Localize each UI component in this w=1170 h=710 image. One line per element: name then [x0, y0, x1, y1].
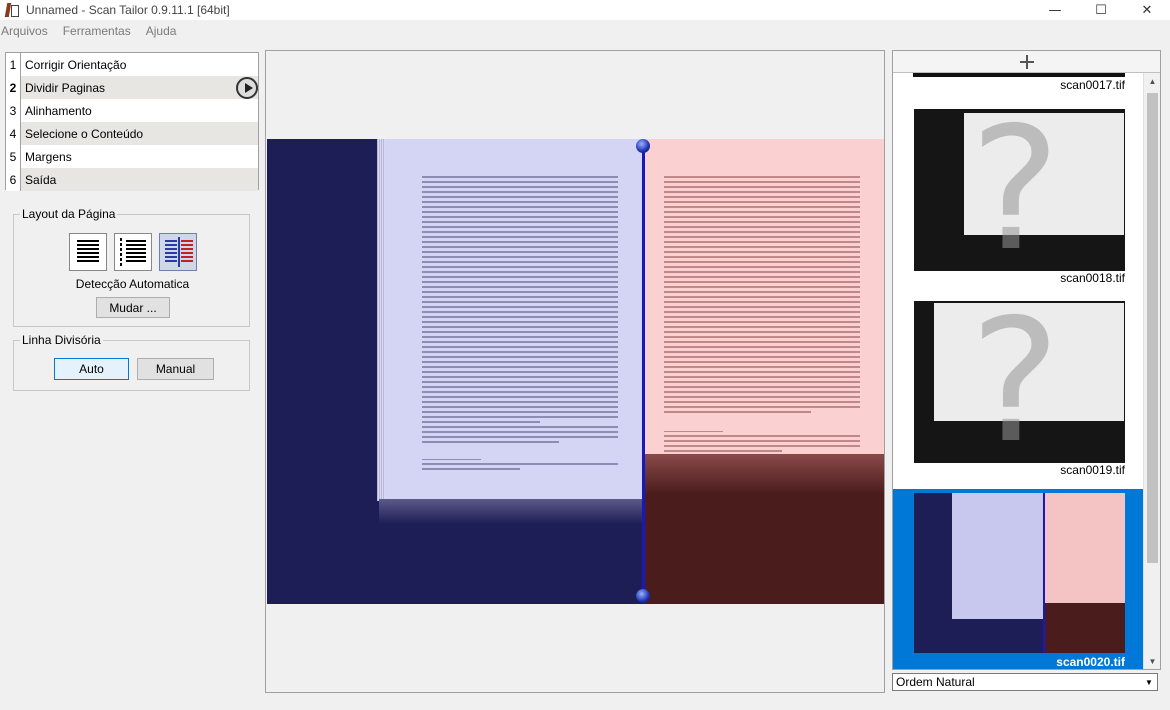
scroll-down-icon[interactable]: ▼ [1144, 653, 1160, 669]
stage-number: 4 [6, 122, 21, 145]
two-pages-icon[interactable] [159, 233, 197, 271]
split-line-group: Linha Divisória Auto Manual [13, 333, 250, 391]
menu-arquivos[interactable]: Arquivos [1, 24, 48, 38]
stage-dividir-paginas[interactable]: 2 Dividir Paginas [6, 76, 258, 99]
stage-saida[interactable]: 6 Saída [6, 168, 258, 191]
thumbnail-item[interactable]: scan0017.tif [893, 77, 1145, 92]
stage-label: Saída [21, 168, 258, 191]
stage-alinhamento[interactable]: 3 Alinhamento [6, 99, 258, 122]
split-line-top-handle[interactable] [636, 139, 650, 153]
menu-ajuda[interactable]: Ajuda [146, 24, 177, 38]
thumbnail-image: ? [914, 109, 1125, 271]
placeholder-question-icon: ? [970, 109, 1061, 271]
stage-label: Margens [25, 149, 72, 164]
page-layout-group: Layout da Página Detecção Automatica Mud… [13, 207, 250, 327]
single-page-cut-icon[interactable] [114, 233, 152, 271]
stage-label: Dividir Paginas [21, 76, 258, 99]
thumbnail-name: scan0020.tif [1056, 655, 1125, 669]
stage-number: 3 [6, 99, 21, 122]
move-icon[interactable] [1019, 54, 1034, 69]
title-bar: Unnamed - Scan Tailor 0.9.11.1 [64bit] —… [0, 0, 1170, 20]
scroll-up-icon[interactable]: ▲ [1144, 73, 1160, 90]
image-view[interactable] [265, 50, 885, 693]
stage-label: Alinhamento [25, 103, 92, 118]
placeholder-question-icon: ? [970, 301, 1061, 463]
sort-order-select[interactable]: Ordem Natural ▼ [892, 673, 1158, 691]
window-controls: — ☐ ✕ [1032, 0, 1170, 20]
left-page-shadow [379, 499, 643, 524]
sort-order-value: Ordem Natural [896, 675, 975, 689]
thumbnail-name: scan0019.tif [1060, 463, 1125, 477]
right-page-text-block [664, 176, 860, 416]
split-line-title: Linha Divisória [20, 333, 103, 347]
change-layout-button[interactable]: Mudar ... [96, 297, 170, 318]
layout-options [69, 233, 197, 271]
stage-selecione-o-conteudo[interactable]: 4 Selecione o Conteúdo [6, 122, 258, 145]
thumbnail-panel[interactable]: scan0017.tif ? scan0018.tif ? scan0019.t… [892, 50, 1161, 670]
minimize-button[interactable]: — [1032, 0, 1078, 20]
stage-label: Corrigir Orientação [25, 57, 127, 72]
detection-label: Detecção Automatica [75, 277, 190, 291]
stage-number: 2 [6, 76, 21, 99]
stage-corrigir-orientacao[interactable]: 1 Corrigir Orientação [6, 53, 258, 76]
stage-label: Selecione o Conteúdo [21, 122, 258, 145]
thumbnail-name: scan0018.tif [1060, 271, 1125, 285]
right-page-footnote [664, 431, 860, 455]
thumbnail-scrollbar[interactable]: ▲ ▼ [1143, 73, 1160, 669]
left-page-text-block [422, 176, 618, 446]
window-title: Unnamed - Scan Tailor 0.9.11.1 [64bit] [26, 3, 230, 17]
page-layout-title: Layout da Página [20, 207, 118, 221]
single-page-uncut-icon[interactable] [69, 233, 107, 271]
thumbnail-item-selected[interactable]: scan0020.tif [893, 489, 1145, 669]
thumbnail-image: ? [914, 301, 1125, 463]
menu-bar: Arquivos Ferramentas Ajuda [0, 20, 1170, 41]
thumbnail-item[interactable]: ? scan0019.tif [893, 299, 1145, 481]
thumbnail-image [914, 493, 1125, 653]
stage-list: 1 Corrigir Orientação 2 Dividir Paginas … [5, 52, 259, 191]
stage-number: 5 [6, 145, 21, 168]
left-page-footnote [422, 459, 618, 473]
split-line[interactable] [642, 145, 645, 597]
split-line-bottom-handle[interactable] [636, 589, 650, 603]
run-stage-play-icon[interactable] [236, 77, 258, 99]
scantailor-app-icon [4, 2, 20, 18]
scrollbar-thumb[interactable] [1147, 93, 1158, 563]
chevron-down-icon: ▼ [1145, 677, 1153, 687]
manual-split-button[interactable]: Manual [137, 358, 214, 380]
menu-ferramentas[interactable]: Ferramentas [63, 24, 131, 38]
stage-margens[interactable]: 5 Margens [6, 145, 258, 168]
thumbnail-toolbar [893, 51, 1160, 73]
stage-number: 6 [6, 168, 21, 191]
maximize-button[interactable]: ☐ [1078, 0, 1124, 20]
stage-number: 1 [6, 53, 21, 76]
close-button[interactable]: ✕ [1124, 0, 1170, 20]
scanned-spread-image[interactable] [267, 139, 884, 604]
auto-split-button[interactable]: Auto [54, 358, 129, 380]
thumbnail-name: scan0017.tif [1060, 78, 1125, 92]
thumbnail-item[interactable]: ? scan0018.tif [893, 107, 1145, 289]
right-page-shadow [643, 454, 884, 494]
page-edges [377, 139, 385, 501]
